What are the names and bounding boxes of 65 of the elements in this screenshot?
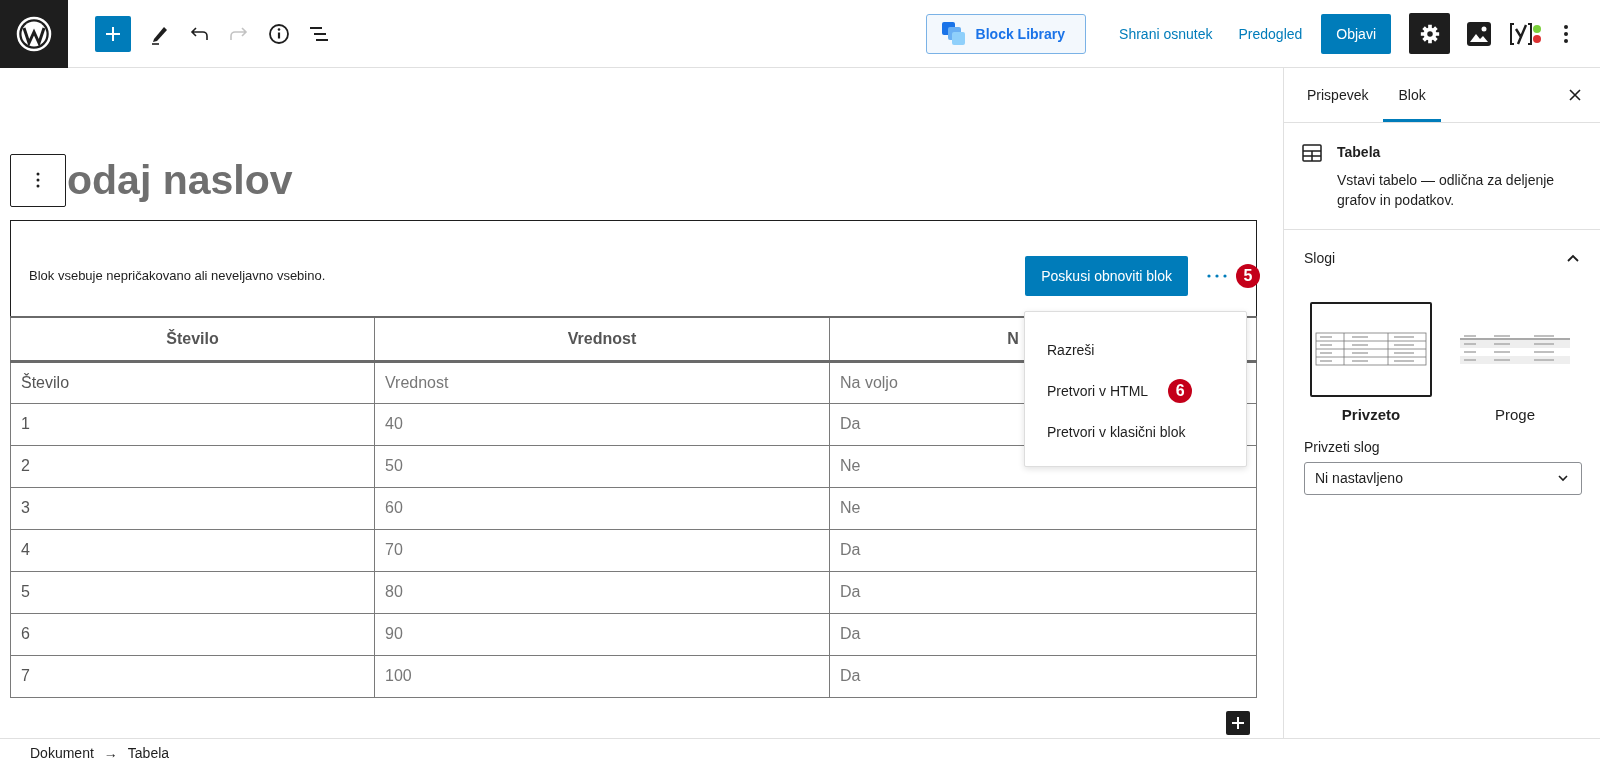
table-cell: Da	[829, 571, 1257, 613]
table-cell: Ne	[829, 487, 1257, 529]
table-cell: 7	[10, 655, 375, 697]
block-title: Tabela	[1337, 144, 1382, 160]
table-cell: Da	[829, 655, 1257, 697]
post-title-field[interactable]: odaj naslov	[67, 156, 293, 204]
chevron-down-icon	[1557, 474, 1569, 483]
plugin-icon[interactable]	[1508, 20, 1542, 47]
logo-icon	[16, 16, 52, 52]
image-icon[interactable]	[1466, 20, 1492, 47]
plus-icon	[104, 24, 122, 43]
breadcrumb-separator: →	[103, 745, 118, 761]
close-icon[interactable]	[1568, 88, 1582, 102]
plus-icon	[1231, 716, 1245, 730]
block-description: Vstavi tabelo — odlična za deljenje grafov in podatkov.	[1337, 171, 1556, 211]
step-badge: 5	[1236, 263, 1260, 288]
table-cell: 100	[374, 655, 830, 697]
block-library-button[interactable]: Block Library	[925, 13, 1087, 54]
breadcrumb-item[interactable]: Dokument	[30, 745, 94, 761]
step-badge: 6	[1168, 378, 1193, 403]
publish-button[interactable]: Objavi	[1321, 13, 1391, 54]
table-cell: Da	[829, 529, 1257, 571]
info-icon[interactable]	[267, 21, 291, 46]
settings-button[interactable]	[1409, 13, 1450, 54]
save-draft-button[interactable]: Shrani osnutek	[1106, 15, 1226, 52]
table-cell: 50	[374, 445, 830, 487]
logo-button[interactable]	[0, 0, 68, 68]
table-cell: 40	[374, 403, 830, 445]
style-preview[interactable]	[1310, 301, 1432, 397]
table-icon	[1300, 141, 1324, 165]
menu-item[interactable]: Pretvori v HTML	[1047, 382, 1149, 399]
recover-block-button[interactable]: Poskusi obnoviti blok	[1025, 255, 1188, 296]
table-cell: 1	[10, 403, 375, 445]
table-cell: Da	[829, 613, 1257, 655]
table-cell: 90	[374, 613, 830, 655]
block-options-button[interactable]	[10, 153, 66, 207]
sidebar-tab[interactable]: Prispevek	[1292, 68, 1384, 122]
table-cell: 5	[10, 571, 375, 613]
table-cell: 70	[374, 529, 830, 571]
table-cell: 3	[10, 487, 375, 529]
column-header: Vrednost	[374, 317, 830, 361]
more-icon	[35, 171, 41, 189]
menu-item[interactable]: Pretvori v klasični blok	[1047, 423, 1186, 440]
breadcrumb-item[interactable]: Tabela	[127, 745, 170, 761]
style-label: Proge	[1495, 405, 1535, 423]
preview-button[interactable]: Predogled	[1225, 15, 1316, 52]
table-cell: 6	[10, 613, 375, 655]
sidebar-tab[interactable]: Blok	[1383, 68, 1441, 122]
default-style-select[interactable]: Ni nastavljeno	[1304, 461, 1582, 495]
chevron-up-icon[interactable]	[1566, 252, 1580, 263]
table-cell: 4	[10, 529, 375, 571]
table-cell: Število	[10, 361, 375, 403]
field-label: Privzeti slog	[1304, 438, 1381, 455]
column-header: Število	[10, 317, 375, 361]
table-cell: Vrednost	[374, 361, 830, 403]
table-cell: 60	[374, 487, 830, 529]
table-cell: 2	[10, 445, 375, 487]
blocks-icon	[940, 20, 967, 47]
warning-message: Blok vsebuje nepričakovano ali neveljavno vsebino.	[29, 268, 326, 283]
menu-item[interactable]: Razreši	[1047, 341, 1095, 358]
style-label: Privzeto	[1341, 405, 1401, 423]
panel-title: Slogi	[1304, 249, 1336, 266]
add-block-button[interactable]	[1226, 711, 1250, 735]
table-cell: 80	[374, 571, 830, 613]
settings-icon	[1418, 22, 1441, 45]
